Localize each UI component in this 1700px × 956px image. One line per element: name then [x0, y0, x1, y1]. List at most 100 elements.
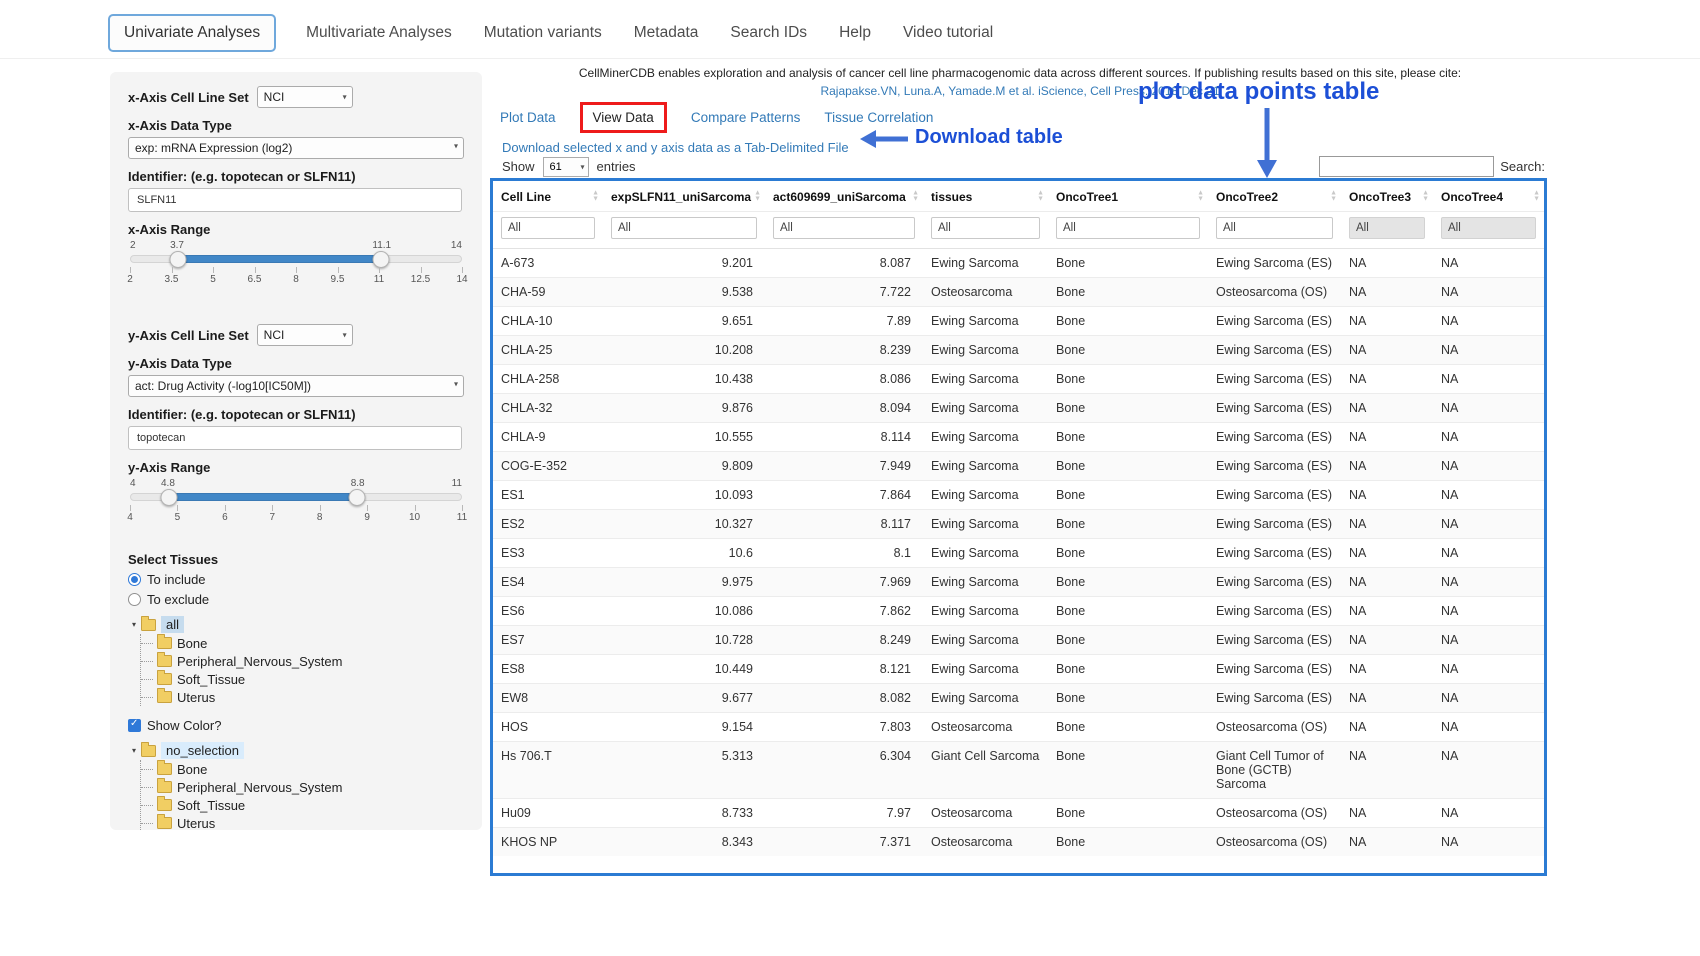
column-filter-oncotree3[interactable] — [1349, 217, 1425, 239]
page: Univariate Analyses Multivariate Analyses… — [0, 0, 1700, 956]
column-filter-expslfn11-unisarcoma[interactable] — [611, 217, 757, 239]
radio-checked-icon[interactable] — [128, 573, 141, 586]
nav-tab-video-tutorial[interactable]: Video tutorial — [901, 18, 995, 48]
tissue-exclude-radio[interactable]: To exclude — [128, 592, 464, 607]
column-header-act609699-unisarcoma[interactable]: act609699_uniSarcoma▲▼ — [765, 181, 923, 212]
tree-root-label[interactable]: no_selection — [161, 742, 244, 759]
tree-item-soft-tissue[interactable]: Soft_Tissue — [141, 670, 464, 688]
column-header-oncotree2[interactable]: OncoTree2▲▼ — [1208, 181, 1341, 212]
entries-select[interactable]: 61 — [543, 157, 589, 177]
slider-track[interactable] — [130, 493, 462, 501]
table-cell: Ewing Sarcoma — [923, 336, 1048, 365]
tab-compare-patterns[interactable]: Compare Patterns — [691, 110, 801, 125]
table-row[interactable]: ES310.68.1Ewing SarcomaBoneEwing Sarcoma… — [493, 539, 1544, 568]
table-cell: Ewing Sarcoma — [923, 365, 1048, 394]
tree-item-peripheral-nervous-system[interactable]: Peripheral_Nervous_System — [141, 652, 464, 670]
nav-tab-mutation-variants[interactable]: Mutation variants — [482, 18, 604, 48]
nav-tab-multivariate-analyses[interactable]: Multivariate Analyses — [304, 18, 454, 48]
column-header-tissues[interactable]: tissues▲▼ — [923, 181, 1048, 212]
x-data-type-select[interactable]: exp: mRNA Expression (log2) — [128, 137, 464, 159]
slider-handle-low[interactable] — [160, 489, 177, 506]
tree-expander-icon[interactable]: ▾ — [132, 620, 136, 629]
column-header-expslfn11-unisarcoma[interactable]: expSLFN11_uniSarcoma▲▼ — [603, 181, 765, 212]
table-cell: 8.121 — [765, 655, 923, 684]
slider-handle-high[interactable] — [349, 489, 366, 506]
table-row[interactable]: CHLA-329.8768.094Ewing SarcomaBoneEwing … — [493, 394, 1544, 423]
table-row[interactable]: CHLA-109.6517.89Ewing SarcomaBoneEwing S… — [493, 307, 1544, 336]
tree-item-bone[interactable]: Bone — [141, 760, 464, 778]
table-row[interactable]: A-6739.2018.087Ewing SarcomaBoneEwing Sa… — [493, 249, 1544, 278]
nav-tab-help[interactable]: Help — [837, 18, 873, 48]
tree-root[interactable]: ▾ no_selection — [132, 742, 464, 759]
search-input[interactable] — [1319, 156, 1494, 177]
column-filter-tissues[interactable] — [931, 217, 1040, 239]
column-header-label: Cell Line — [501, 190, 551, 204]
column-filter-oncotree2[interactable] — [1216, 217, 1333, 239]
folder-icon — [141, 745, 156, 757]
table-row[interactable]: ES210.3278.117Ewing SarcomaBoneEwing Sar… — [493, 510, 1544, 539]
table-row[interactable]: CHLA-910.5558.114Ewing SarcomaBoneEwing … — [493, 423, 1544, 452]
table-row[interactable]: ES110.0937.864Ewing SarcomaBoneEwing Sar… — [493, 481, 1544, 510]
slider-tick-label: 6 — [222, 512, 228, 523]
tree-item-peripheral-nervous-system[interactable]: Peripheral_Nervous_System — [141, 778, 464, 796]
column-header-oncotree4[interactable]: OncoTree4▲▼ — [1433, 181, 1544, 212]
column-header-cell-line[interactable]: Cell Line▲▼ — [493, 181, 603, 212]
y-range-slider[interactable]: 4 4.8 8.8 11 4567891011 — [130, 478, 462, 532]
nav-tab-search-ids[interactable]: Search IDs — [728, 18, 809, 48]
citation-reference-link[interactable]: Rajapakse.VN, Luna.A, Yamade.M et al. iS… — [490, 84, 1550, 98]
tree-root-label[interactable]: all — [161, 616, 184, 633]
tree-expander-icon[interactable]: ▾ — [132, 746, 136, 755]
table-cell: 8.087 — [765, 249, 923, 278]
slider-handle-low[interactable] — [169, 251, 186, 268]
table-cell: NA — [1433, 799, 1544, 828]
tree-item-uterus[interactable]: Uterus — [141, 688, 464, 706]
table-cell: KHOS NP — [493, 828, 603, 857]
table-row[interactable]: HOS9.1547.803OsteosarcomaBoneOsteosarcom… — [493, 713, 1544, 742]
y-cell-line-set-select[interactable]: NCI — [257, 324, 353, 346]
radio-unchecked-icon[interactable] — [128, 593, 141, 606]
x-identifier-input[interactable] — [128, 188, 462, 212]
table-row[interactable]: KHOS NP8.3437.371OsteosarcomaBoneOsteosa… — [493, 828, 1544, 857]
column-filter-cell-line[interactable] — [501, 217, 595, 239]
table-row[interactable]: ES810.4498.121Ewing SarcomaBoneEwing Sar… — [493, 655, 1544, 684]
column-header-oncotree1[interactable]: OncoTree1▲▼ — [1048, 181, 1208, 212]
column-filter-oncotree4[interactable] — [1441, 217, 1536, 239]
table-row[interactable]: Hs 706.T5.3136.304Giant Cell SarcomaBone… — [493, 742, 1544, 799]
table-row[interactable]: COG-E-3529.8097.949Ewing SarcomaBoneEwin… — [493, 452, 1544, 481]
nav-tab-metadata[interactable]: Metadata — [632, 18, 701, 48]
download-tab-delimited-link[interactable]: Download selected x and y axis data as a… — [502, 140, 849, 155]
table-cell: NA — [1433, 655, 1544, 684]
table-cell: 9.538 — [603, 278, 765, 307]
column-filter-oncotree1[interactable] — [1056, 217, 1200, 239]
folder-icon — [157, 817, 172, 829]
tissue-include-radio[interactable]: To include — [128, 572, 464, 587]
checkbox-label: Show Color? — [147, 718, 221, 733]
tree-item-uterus[interactable]: Uterus — [141, 814, 464, 830]
y-identifier-input[interactable] — [128, 426, 462, 450]
table-row[interactable]: CHLA-2510.2088.239Ewing SarcomaBoneEwing… — [493, 336, 1544, 365]
tab-tissue-correlation[interactable]: Tissue Correlation — [824, 110, 933, 125]
column-header-oncotree3[interactable]: OncoTree3▲▼ — [1341, 181, 1433, 212]
tree-root[interactable]: ▾ all — [132, 616, 464, 633]
table-row[interactable]: ES49.9757.969Ewing SarcomaBoneEwing Sarc… — [493, 568, 1544, 597]
tree-item-soft-tissue[interactable]: Soft_Tissue — [141, 796, 464, 814]
sort-desc-icon: ▼ — [1037, 196, 1044, 202]
table-row[interactable]: Hu098.7337.97OsteosarcomaBoneOsteosarcom… — [493, 799, 1544, 828]
table-row[interactable]: ES610.0867.862Ewing SarcomaBoneEwing Sar… — [493, 597, 1544, 626]
show-color-checkbox[interactable]: Show Color? — [128, 718, 464, 733]
table-row[interactable]: CHA-599.5387.722OsteosarcomaBoneOsteosar… — [493, 278, 1544, 307]
x-cell-line-set-select[interactable]: NCI — [257, 86, 353, 108]
slider-track[interactable] — [130, 255, 462, 263]
table-row[interactable]: ES710.7288.249Ewing SarcomaBoneEwing Sar… — [493, 626, 1544, 655]
tree-item-bone[interactable]: Bone — [141, 634, 464, 652]
y-data-type-select[interactable]: act: Drug Activity (-log10[IC50M]) — [128, 375, 464, 397]
tab-plot-data[interactable]: Plot Data — [500, 110, 556, 125]
x-range-slider[interactable]: 2 3.7 11.1 14 23.556.589.51112.514 — [130, 240, 462, 294]
nav-tab-univariate-analyses[interactable]: Univariate Analyses — [108, 14, 276, 52]
tab-view-data[interactable]: View Data — [580, 102, 667, 133]
table-row[interactable]: CHLA-25810.4388.086Ewing SarcomaBoneEwin… — [493, 365, 1544, 394]
checkbox-checked-icon[interactable] — [128, 719, 141, 732]
table-row[interactable]: EW89.6778.082Ewing SarcomaBoneEwing Sarc… — [493, 684, 1544, 713]
column-filter-act609699-unisarcoma[interactable] — [773, 217, 915, 239]
slider-handle-high[interactable] — [373, 251, 390, 268]
